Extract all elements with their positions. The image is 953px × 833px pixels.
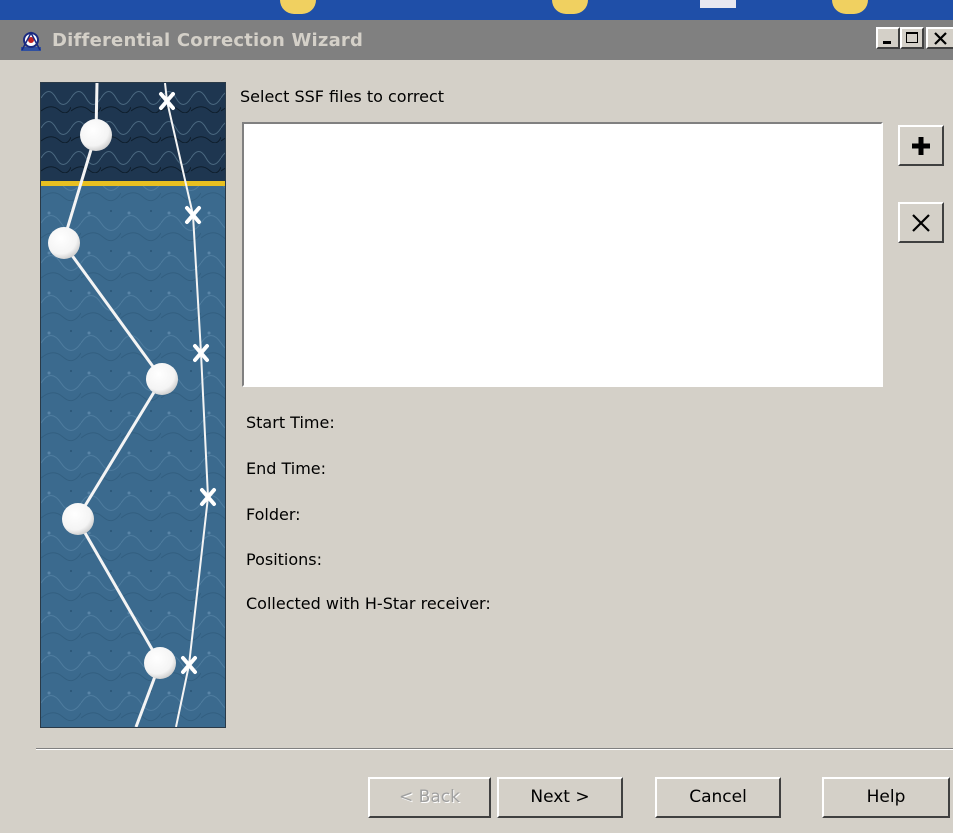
hstar-receiver-label: Collected with H-Star receiver: bbox=[246, 594, 491, 613]
minimize-button[interactable] bbox=[876, 27, 900, 49]
desktop-background-strip bbox=[0, 0, 953, 20]
minimize-icon bbox=[883, 41, 891, 44]
maximize-icon bbox=[906, 32, 918, 43]
add-file-button[interactable] bbox=[898, 125, 944, 166]
close-button[interactable] bbox=[926, 27, 953, 49]
x-icon bbox=[912, 214, 930, 232]
start-time-label: Start Time: bbox=[246, 413, 335, 432]
next-button[interactable]: Next > bbox=[497, 777, 623, 818]
wizard-window: Differential Correction Wizard Select SS… bbox=[0, 20, 953, 833]
button-separator bbox=[36, 748, 953, 750]
desktop-folder-icon bbox=[832, 0, 868, 14]
desktop-computer-icon bbox=[700, 0, 736, 8]
desktop-folder-icon bbox=[552, 0, 588, 14]
ssf-file-list[interactable] bbox=[242, 122, 883, 387]
wizard-side-image bbox=[40, 82, 226, 728]
close-icon bbox=[934, 32, 947, 45]
maximize-button[interactable] bbox=[900, 27, 924, 49]
app-icon bbox=[21, 31, 41, 51]
positions-label: Positions: bbox=[246, 550, 323, 569]
window-title: Differential Correction Wizard bbox=[52, 30, 364, 51]
cancel-button[interactable]: Cancel bbox=[655, 777, 781, 818]
plus-icon bbox=[912, 137, 930, 155]
remove-file-button[interactable] bbox=[898, 202, 944, 243]
select-files-prompt: Select SSF files to correct bbox=[240, 87, 445, 106]
title-bar[interactable]: Differential Correction Wizard bbox=[0, 20, 953, 60]
desktop-folder-icon bbox=[280, 0, 316, 14]
end-time-label: End Time: bbox=[246, 459, 327, 478]
back-button[interactable]: < Back bbox=[368, 777, 491, 818]
folder-label: Folder: bbox=[246, 505, 301, 524]
help-button[interactable]: Help bbox=[822, 777, 950, 818]
